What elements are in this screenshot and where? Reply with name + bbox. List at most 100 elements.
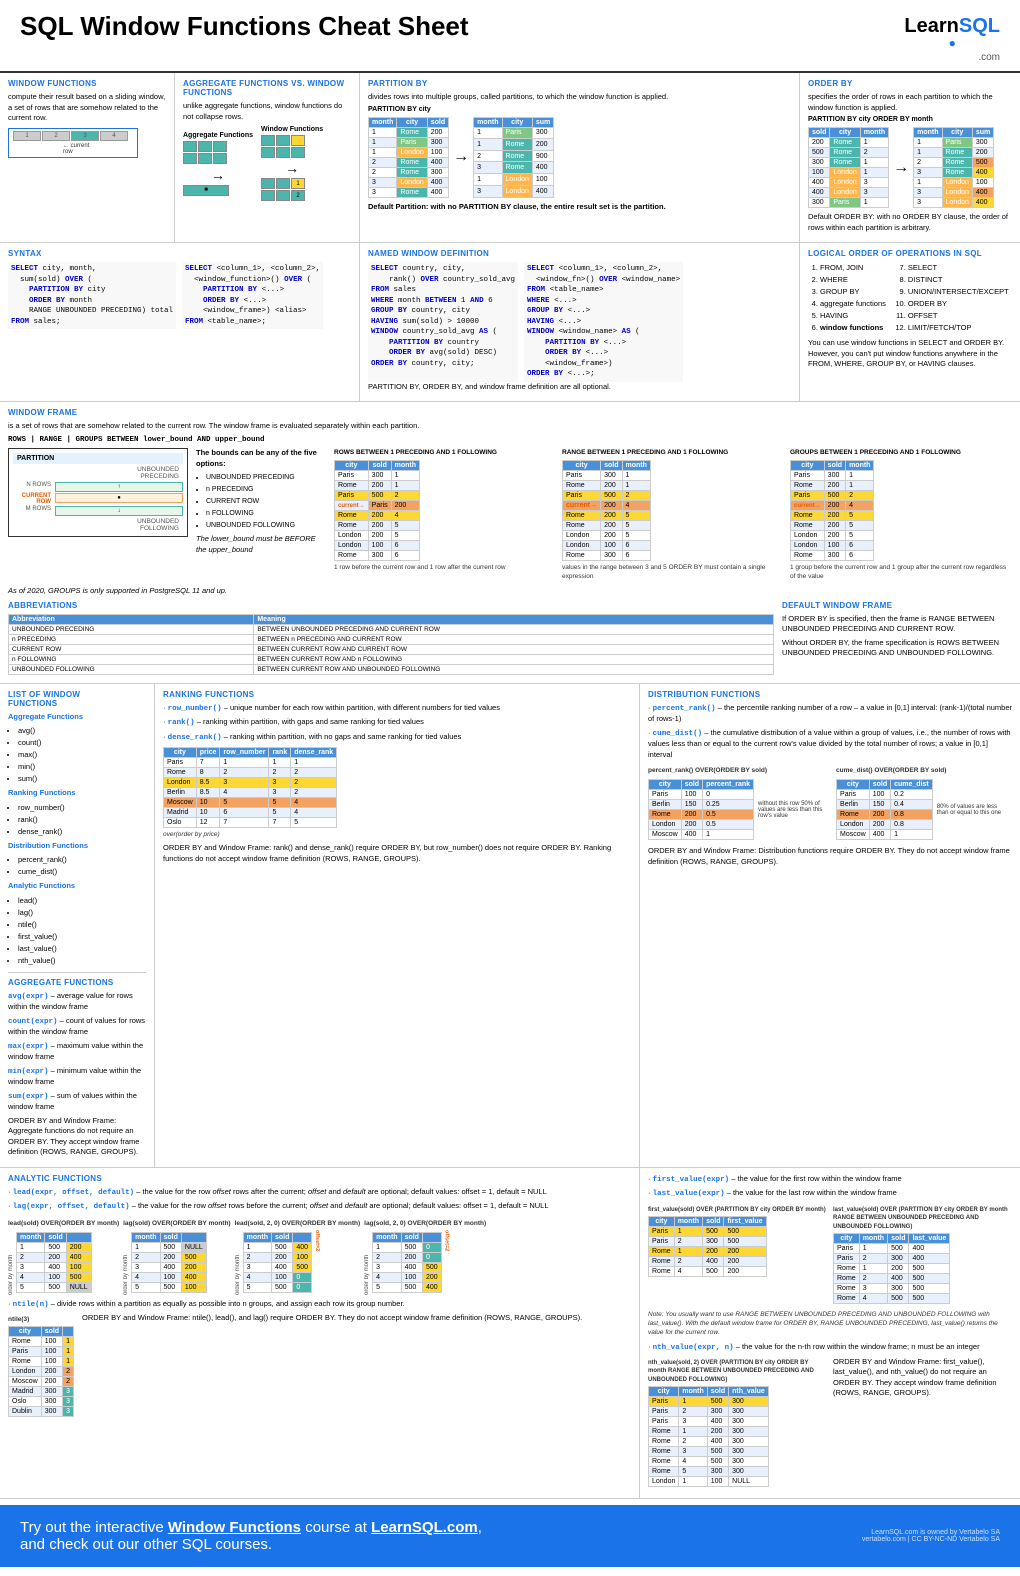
groups-title: GROUPS BETWEEN 1 PRECEDING AND 1 FOLLOWI…: [790, 448, 1012, 457]
list-rank: Ranking Functions row_number() rank() de…: [8, 788, 146, 838]
nth-desc: · nth_value(expr, n) – the value for the…: [648, 1342, 1012, 1354]
footer-copy1: LearnSQL.com is owned by Vertabelo SA: [862, 1529, 1000, 1536]
wf-bounds: The bounds can be any of the five option…: [196, 448, 326, 583]
cume-table-wrap: citysoldcume_dist Paris1000.2 Berlin1500…: [836, 777, 1007, 842]
header-title: SQL Window Functions Cheat Sheet: [20, 12, 469, 41]
lag2-side: order by month monthsold 15000 22000 340…: [364, 1230, 486, 1295]
page: SQL Window Functions Cheat Sheet LearnSQ…: [0, 0, 1020, 1567]
lo-list-right: SELECT DISTINCT UNION/INTERSECT/EXCEPT O…: [908, 262, 1009, 334]
range-title: RANGE BETWEEN 1 PRECEDING AND 1 FOLLOWIN…: [562, 448, 784, 457]
ob-table1: soldcitymonth 200Rome1 500Rome2 300Rome1…: [808, 127, 889, 208]
default-window-section: DEFAULT WINDOW FRAME If ORDER BY is spec…: [782, 601, 1012, 677]
sql-text: SQL: [959, 15, 1000, 37]
nth-order-note: ORDER BY and Window Frame: first_value()…: [833, 1357, 1012, 1402]
pb-default: Default Partition: with no PARTITION BY …: [368, 202, 791, 213]
agg-order-note: ORDER BY and Window Frame: Aggregate fun…: [8, 1116, 146, 1158]
second-row: SYNTAX SELECT city, month, sum(sold) OVE…: [0, 243, 1020, 402]
fv-title: first_value(sold) OVER (PARTITION BY cit…: [648, 1206, 827, 1214]
wf-examples: ROWS BETWEEN 1 PRECEDING AND 1 FOLLOWING…: [334, 448, 1012, 583]
groups-example: GROUPS BETWEEN 1 PRECEDING AND 1 FOLLOWI…: [790, 448, 1012, 583]
lag-side: order by month monthsold 1500NULL 220050…: [123, 1230, 231, 1295]
ob-desc: specifies the order of rows in each part…: [808, 92, 1012, 113]
range-table: citysoldmonth Paris3001 Rome2001 Paris50…: [562, 460, 651, 561]
agg-sum: sum(expr) – sum of values within the win…: [8, 1091, 146, 1113]
lag-title: lag(sold) OVER(ORDER BY month): [123, 1219, 231, 1228]
abbr-table: AbbreviationMeaning UNBOUNDED PRECEDINGB…: [8, 614, 774, 675]
analytic-left: ANALYTIC FUNCTIONS · lead(expr, offset, …: [0, 1168, 640, 1498]
lead-tbl: monthsold 1500200 2200400 3400100 410050…: [16, 1232, 92, 1293]
partition-table1: monthcitysold 1Rome200 1Paris300 1London…: [368, 117, 449, 198]
logical-order-section: LOGICAL ORDER OF OPERATIONS IN SQL FROM,…: [800, 243, 1020, 401]
ntile-table-container: ntile(3) citysold Rome1001 Paris1001 Rom…: [8, 1313, 74, 1419]
rank-desc2: · rank() – ranking within partition, wit…: [163, 717, 631, 729]
cume-title: cume_dist() OVER(ORDER BY sold): [836, 766, 1007, 775]
wf-diagram: 1 2 3 4 ← current row: [8, 128, 166, 158]
lag2-title: lag(sold, 2, 0) OVER(ORDER BY month): [364, 1219, 486, 1228]
footer-wf-link[interactable]: Window Functions: [168, 1519, 301, 1536]
nth-table-container: nth_value(sold, 2) OVER (PARTITION BY ci…: [648, 1357, 827, 1489]
lo-lists: FROM, JOIN WHERE GROUP BY aggregate func…: [808, 262, 1012, 334]
list-analytic: Analytic Functions lead() lag() ntile() …: [8, 881, 146, 967]
lo-note: You can use window functions in SELECT a…: [808, 338, 1012, 370]
dw-text1: If ORDER BY is specified, then the frame…: [782, 614, 1012, 635]
first-value-container: first_value(sold) OVER (PARTITION BY cit…: [648, 1204, 827, 1306]
abbr-row-4: n FOLLOWINGBETWEEN CURRENT ROW AND n FOL…: [9, 654, 774, 664]
pb-desc: divides rows into multiple groups, calle…: [368, 92, 791, 103]
rows-example: ROWS BETWEEN 1 PRECEDING AND 1 FOLLOWING…: [334, 448, 556, 583]
ranking-section: RANKING FUNCTIONS · row_number() – uniqu…: [155, 684, 640, 1167]
wf-title: WINDOW FUNCTIONS: [8, 79, 166, 88]
list-sep: [8, 972, 146, 973]
ntile-order-note: ORDER BY and Window Frame: ntile(), lead…: [82, 1313, 582, 1324]
nw-note: PARTITION BY, ORDER BY, and window frame…: [368, 382, 791, 393]
cume-note: 80% of values are less than or equal to …: [937, 804, 1007, 816]
lag-table-group: lag(sold) OVER(ORDER BY month) order by …: [123, 1217, 231, 1295]
range-example: RANGE BETWEEN 1 PRECEDING AND 1 FOLLOWIN…: [562, 448, 784, 583]
agg-min: min(expr) – minimum value within the win…: [8, 1066, 146, 1088]
list-analytic-title: Analytic Functions: [8, 881, 146, 892]
nth-tbl: citymonthsoldnth_value Paris1500300 Pari…: [648, 1386, 769, 1487]
list-rank-items: row_number() rank() dense_rank(): [18, 802, 146, 838]
list-analytic-items: lead() lag() ntile() first_value() last_…: [18, 895, 146, 967]
nth-title: nth_value(sold, 2) OVER (PARTITION BY ci…: [648, 1359, 827, 1384]
rank-table-container: citypricerow_numberrankdense_rank Paris7…: [163, 747, 631, 839]
syntax-codes: SELECT city, month, sum(sold) OVER ( PAR…: [8, 262, 351, 329]
ob-title: ORDER BY: [808, 79, 1012, 88]
ntile-section: · ntile(n) – divide rows within a partit…: [8, 1299, 631, 1420]
agg-max: max(expr) – maximum value within the win…: [8, 1041, 146, 1063]
window-functions-section: WINDOW FUNCTIONS compute their result ba…: [0, 73, 175, 242]
range-note: values in the range between 3 and 5 ORDE…: [562, 563, 784, 581]
lv-note: Note: You usually want to use RANGE BETW…: [648, 1310, 1012, 1337]
ob-default: Default ORDER BY: with no ORDER BY claus…: [808, 212, 1012, 233]
learnsql-logo: LearnSQL ● .com: [904, 12, 1000, 63]
last-value-tbl: citymonthsoldlast_value Paris1500400 Par…: [833, 1233, 950, 1304]
first-value-desc: · first_value(expr) – the value for the …: [648, 1174, 1012, 1186]
wf-diagram-container: PARTITION UNBOUNDEDPRECEDING N ROWS ↑ CU…: [8, 448, 188, 583]
lead-side: order by month monthsold 1500200 2200400…: [8, 1230, 119, 1295]
rank-desc1: · row_number() – unique number for each …: [163, 703, 631, 715]
percent-table-wrap: citysoldpercent_rank Paris1000 Berlin150…: [648, 777, 828, 842]
dw-title: DEFAULT WINDOW FRAME: [782, 601, 1012, 610]
rows-title: ROWS BETWEEN 1 PRECEDING AND 1 FOLLOWING: [334, 448, 556, 457]
order-by-tables: soldcitymonth 200Rome1 500Rome2 300Rome1…: [808, 125, 1012, 210]
partition-by-section: PARTITION BY divides rows into multiple …: [360, 73, 800, 242]
logo-com: .com: [904, 52, 1000, 63]
abbr-row: ABBREVIATIONS AbbreviationMeaning UNBOUN…: [8, 601, 1012, 677]
pb-title: PARTITION BY: [368, 79, 791, 88]
pb-label: PARTITION BY city: [368, 106, 791, 113]
rank-table-note: over(order by price): [163, 830, 631, 839]
nw-title: Named Window Definition: [368, 249, 791, 258]
lead2-title: lead(sold, 2, 0) OVER(ORDER BY month): [235, 1219, 361, 1228]
lead-table-group: lead(sold) OVER(ORDER BY month) order by…: [8, 1217, 119, 1295]
postgresql-note: As of 2020, GROUPS is only supported in …: [8, 586, 1012, 597]
footer-learnsql-link[interactable]: LearnSQL.com: [371, 1519, 478, 1536]
wf-content: PARTITION UNBOUNDEDPRECEDING N ROWS ↑ CU…: [8, 448, 1012, 583]
footer-mid: course at: [301, 1519, 371, 1536]
dist-title: DISTRIBUTION FUNCTIONS: [648, 690, 1012, 699]
bottom-top-row: LIST OF WINDOWFUNCTIONS Aggregate Functi…: [0, 684, 1020, 1168]
list-agg: Aggregate Functions avg() count() max() …: [8, 712, 146, 786]
syntax-code1: SELECT city, month, sum(sold) OVER ( PAR…: [8, 262, 176, 329]
agg-label: Aggregate Functions: [183, 132, 253, 139]
wf-visual: PARTITION UNBOUNDEDPRECEDING N ROWS ↑ CU…: [8, 448, 188, 537]
cume-table: citysoldcume_dist Paris1000.2 Berlin1500…: [836, 779, 933, 840]
footer-copy: LearnSQL.com is owned by Vertabelo SA ve…: [862, 1529, 1000, 1543]
